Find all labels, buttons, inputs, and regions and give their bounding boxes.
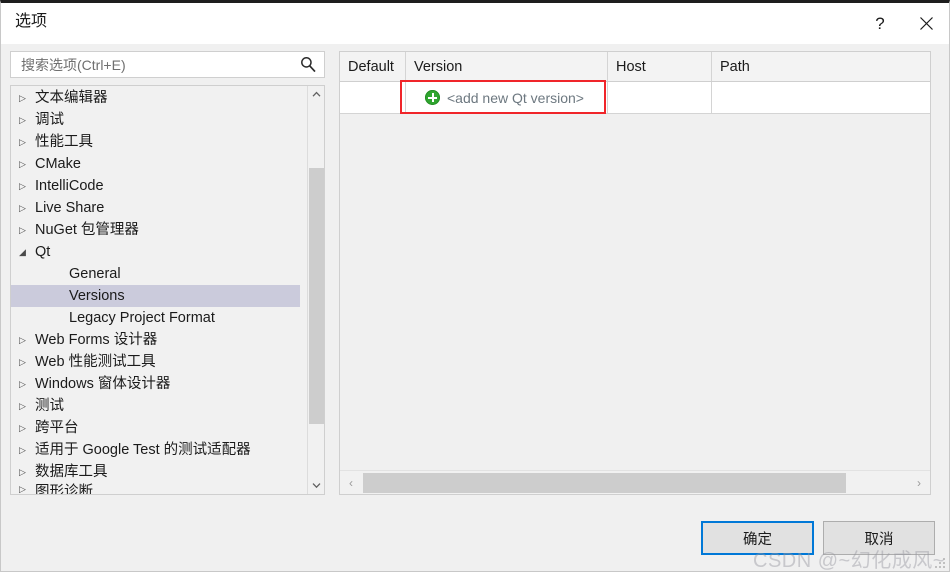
tree-item-NuGet 包管理器[interactable]: ▷ NuGet 包管理器 [11,219,300,241]
tree-item-label: Windows 窗体设计器 [35,376,171,392]
cancel-button[interactable]: 取消 [823,521,935,555]
tree-item-label: Web 性能测试工具 [35,354,156,370]
tree-item-CMake[interactable]: ▷ CMake [11,153,300,175]
tree-item-Qt[interactable]: ◢ Qt [11,241,300,263]
chevron-right-icon[interactable]: ▷ [19,400,35,412]
column-header-host[interactable]: Host [608,52,712,81]
tree-item-Web 性能测试工具[interactable]: ▷ Web 性能测试工具 [11,351,300,373]
tree-item-图形诊断[interactable]: ▷ 图形诊断 [11,483,300,495]
tree-item-label: Web Forms 设计器 [35,332,158,348]
tree-item-文本编辑器[interactable]: ▷ 文本编辑器 [11,87,300,109]
chevron-right-icon[interactable]: ▷ [19,202,35,214]
chevron-right-icon[interactable]: ▷ [19,180,35,192]
chevron-right-icon[interactable]: ▷ [19,334,35,346]
tree-item-label: Legacy Project Format [69,310,215,326]
tree-item-label: 适用于 Google Test 的测试适配器 [35,442,251,458]
table-horizontal-scrollbar[interactable]: ‹ › [340,470,930,494]
chevron-right-icon[interactable]: ▷ [19,92,35,104]
chevron-right-icon[interactable]: ▷ [19,114,35,126]
tree-vertical-scrollbar[interactable] [307,86,324,494]
tree-item-Windows 窗体设计器[interactable]: ▷ Windows 窗体设计器 [11,373,300,395]
chevron-right-icon[interactable]: ▷ [19,483,35,494]
search-icon [298,55,318,75]
scroll-down-icon[interactable] [308,477,324,494]
tree-item-label: 测试 [35,398,64,414]
column-header-default[interactable]: Default [340,52,406,81]
table-row[interactable]: <add new Qt version> [340,82,930,114]
search-input[interactable] [19,52,289,77]
tree-item-测试[interactable]: ▷ 测试 [11,395,300,417]
table-empty-area [340,114,930,470]
ok-button[interactable]: 确定 [701,521,814,555]
tree-item-label: CMake [35,156,81,172]
cell-host[interactable] [608,82,712,114]
cell-version[interactable]: <add new Qt version> [406,82,608,114]
tree-item-label: 数据库工具 [35,464,108,480]
table-header-row: Default Version Host Path [340,52,930,82]
chevron-right-icon[interactable]: ▷ [19,136,35,148]
tree-item-label: Versions [69,288,125,304]
question-mark-icon: ? [875,13,885,33]
tree-item-跨平台[interactable]: ▷ 跨平台 [11,417,300,439]
tree-item-调试[interactable]: ▷ 调试 [11,109,300,131]
add-new-qt-version-label: <add new Qt version> [447,89,584,106]
tree-item-Legacy Project Format[interactable]: ▷Legacy Project Format [11,307,300,329]
options-category-tree[interactable]: ▷ 文本编辑器 ▷ 调试 ▷ 性能工具 ▷ CMake ▷ IntelliCode ▷ Live Sh… [10,85,325,495]
window-title: 选项 [15,13,48,30]
chevron-right-icon[interactable]: ▷ [19,444,35,456]
tree-item-label: 文本编辑器 [35,90,108,106]
chevron-right-icon[interactable]: ▷ [19,466,35,478]
tree-item-label: IntelliCode [35,178,104,194]
chevron-right-icon[interactable]: ▷ [19,378,35,390]
help-button[interactable]: ? [857,3,903,44]
tree-item-label: General [69,266,121,282]
chevron-right-icon[interactable]: ▷ [19,224,35,236]
tree-scroll-thumb[interactable] [309,168,324,424]
table-scroll-thumb[interactable] [363,473,846,493]
cell-default[interactable] [340,82,406,114]
tree-item-Web Forms 设计器[interactable]: ▷ Web Forms 设计器 [11,329,300,351]
column-header-version[interactable]: Version [406,52,608,81]
add-new-qt-version-button[interactable]: <add new Qt version> [416,90,584,106]
close-icon [919,16,934,31]
resize-grip[interactable] [933,556,945,568]
tree-item-IntelliCode[interactable]: ▷ IntelliCode [11,175,300,197]
tree-item-数据库工具[interactable]: ▷ 数据库工具 [11,461,300,483]
title-bar: 选项 ? [1,3,949,44]
close-button[interactable] [903,3,949,44]
search-box[interactable] [10,51,325,78]
cell-path[interactable] [712,82,930,114]
tree-item-label: 图形诊断 [35,484,93,495]
qt-versions-table: Default Version Host Path <add new Qt ve… [339,51,931,495]
tree-item-label: 性能工具 [35,134,93,150]
column-header-path[interactable]: Path [712,52,930,81]
tree-item-Versions[interactable]: ▷Versions [11,285,300,307]
tree-item-适用于 Google Test 的测试适配器[interactable]: ▷ 适用于 Google Test 的测试适配器 [11,439,300,461]
options-dialog: 选项 ? ▷文本编辑器▷调试▷性能工具▷CMake▷IntelliCode▷Li… [0,0,950,572]
tree-item-性能工具[interactable]: ▷ 性能工具 [11,131,300,153]
scroll-left-icon[interactable]: ‹ [340,471,362,494]
tree-item-label: NuGet 包管理器 [35,222,139,238]
tree-item-label: Live Share [35,200,105,216]
tree-item-Live Share[interactable]: ▷ Live Share [11,197,300,219]
green-plus-icon [425,90,440,105]
chevron-right-icon[interactable]: ▷ [19,356,35,368]
chevron-down-icon[interactable]: ◢ [19,246,35,258]
chevron-right-icon[interactable]: ▷ [19,158,35,170]
scroll-right-icon[interactable]: › [908,471,930,494]
tree-item-label: 调试 [35,112,64,128]
scroll-up-icon[interactable] [308,86,324,103]
tree-item-General[interactable]: ▷General [11,263,300,285]
tree-item-label: 跨平台 [35,420,79,436]
tree-item-label: Qt [35,244,51,260]
chevron-right-icon[interactable]: ▷ [19,422,35,434]
tree-list: ▷ 文本编辑器 ▷ 调试 ▷ 性能工具 ▷ CMake ▷ IntelliCode ▷ Live Sh… [11,87,300,495]
